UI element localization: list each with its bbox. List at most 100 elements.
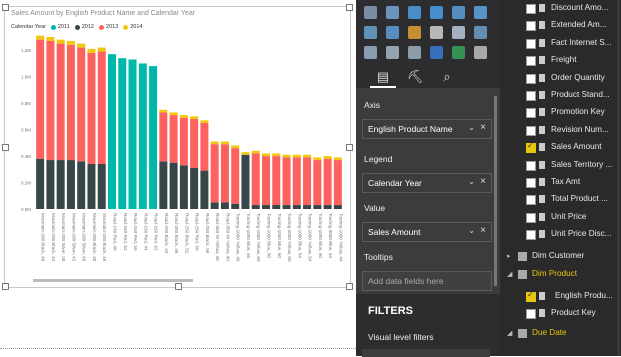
field-checkbox[interactable]: [526, 309, 536, 319]
bar-segment-2014[interactable]: [66, 40, 75, 45]
bar-segment-2013[interactable]: [159, 112, 168, 162]
bar-segment-2011[interactable]: [138, 63, 147, 210]
field-row[interactable]: Revision Num...: [500, 122, 621, 139]
bar-segment-2014[interactable]: [36, 35, 45, 40]
field-row[interactable]: Product Key: [500, 305, 621, 322]
fields-scrollbar[interactable]: [617, 0, 620, 356]
multirow-card-icon[interactable]: [452, 26, 465, 39]
resize-handle-bottom-right[interactable]: [346, 283, 353, 290]
bar-segment-2013[interactable]: [231, 148, 240, 204]
bar-segment-2012[interactable]: [313, 205, 322, 209]
field-row[interactable]: Total Product ...: [500, 191, 621, 208]
stacked-column-chart-visual[interactable]: Sales Amount by English Product Name and…: [2, 4, 353, 290]
collapse-arrow-icon[interactable]: ◢: [507, 270, 512, 278]
bar-segment-2014[interactable]: [292, 154, 301, 158]
gauge-icon[interactable]: [408, 26, 421, 39]
bar-segment-2013[interactable]: [262, 156, 271, 206]
bar-segment-2013[interactable]: [169, 115, 178, 163]
bar-segment-2014[interactable]: [313, 157, 322, 161]
collapse-arrow-icon[interactable]: ◢: [507, 329, 512, 337]
bar-segment-2012[interactable]: [66, 160, 75, 209]
field-checkbox[interactable]: [526, 160, 536, 171]
bar-segment-2014[interactable]: [179, 115, 188, 118]
bar-segment-2013[interactable]: [66, 44, 75, 161]
bar-segment-2014[interactable]: [97, 47, 106, 52]
field-checkbox[interactable]: [526, 212, 536, 223]
field-row[interactable]: English Produ...: [500, 288, 621, 305]
bar-segment-2012[interactable]: [262, 205, 271, 209]
table-icon[interactable]: [386, 46, 399, 59]
field-checkbox[interactable]: [526, 73, 536, 84]
bar-segment-2012[interactable]: [169, 162, 178, 209]
bar-segment-2014[interactable]: [169, 112, 178, 116]
bar-segment-2011[interactable]: [108, 54, 117, 210]
bar-segment-2013[interactable]: [200, 123, 209, 171]
bar-segment-2013[interactable]: [251, 153, 260, 206]
card-icon[interactable]: [430, 26, 443, 39]
bar-segment-2013[interactable]: [313, 160, 322, 206]
field-checkbox[interactable]: [526, 141, 536, 154]
bar-segment-2013[interactable]: [77, 47, 86, 162]
bar-segment-2014[interactable]: [159, 109, 168, 113]
r-visual-icon[interactable]: [430, 46, 443, 59]
globe-icon[interactable]: [452, 46, 465, 59]
bar-segment-2012[interactable]: [220, 202, 229, 209]
bar-segment-2014[interactable]: [323, 156, 332, 159]
chevron-down-icon[interactable]: ⌄: [468, 177, 475, 186]
field-checkbox[interactable]: [526, 56, 536, 67]
bar-segment-2013[interactable]: [87, 52, 96, 165]
tab-fields[interactable]: ▤: [370, 68, 396, 88]
bar-segment-2012[interactable]: [210, 202, 219, 209]
bar-segment-2012[interactable]: [303, 205, 312, 209]
bar-segment-2012[interactable]: [77, 161, 86, 209]
bar-segment-2012[interactable]: [292, 205, 301, 209]
field-row[interactable]: Promotion Key: [500, 104, 621, 121]
bar-segment-2013[interactable]: [97, 51, 106, 165]
chart-scrollbar[interactable]: [33, 279, 193, 282]
field-row[interactable]: Product Stand...: [500, 87, 621, 104]
field-row[interactable]: Tax Amt: [500, 174, 621, 191]
more-icon[interactable]: [474, 46, 487, 59]
tab-format[interactable]: ⛏: [402, 68, 428, 86]
bar-segment-2014[interactable]: [190, 116, 199, 120]
resize-handle-bottom-left[interactable]: [2, 283, 9, 290]
bar-segment-2014[interactable]: [87, 48, 96, 53]
bar-segment-2012[interactable]: [159, 161, 168, 209]
bar-segment-2012[interactable]: [241, 154, 250, 209]
bar-segment-2012[interactable]: [200, 170, 209, 209]
bar-segment-2011[interactable]: [128, 59, 137, 209]
field-checkbox[interactable]: [526, 91, 536, 101]
bar-segment-2012[interactable]: [190, 167, 199, 209]
treemap-icon[interactable]: [452, 6, 465, 19]
bar-segment-2013[interactable]: [272, 156, 281, 206]
chevron-down-icon[interactable]: ⌄: [468, 123, 475, 132]
bar-segment-2012[interactable]: [36, 158, 45, 209]
field-row[interactable]: Extended Am...: [500, 17, 621, 34]
field-checkbox[interactable]: [526, 290, 536, 302]
bar-segment-2014[interactable]: [200, 120, 209, 123]
bar-segment-2014[interactable]: [303, 154, 312, 158]
bar-segment-2014[interactable]: [220, 141, 229, 145]
table-dim-product[interactable]: ◢ Dim Product: [500, 266, 621, 284]
resize-handle-bottom[interactable]: [175, 283, 182, 290]
tab-analytics[interactable]: ⌕: [434, 68, 460, 86]
bar-segment-2012[interactable]: [87, 164, 96, 209]
bar-segment-2012[interactable]: [231, 203, 240, 209]
remove-field-icon[interactable]: ×: [480, 176, 486, 187]
bar-segment-2014[interactable]: [46, 37, 55, 41]
bar-segment-2013[interactable]: [179, 117, 188, 166]
bar-segment-2012[interactable]: [56, 160, 65, 209]
bar-segment-2013[interactable]: [323, 158, 332, 206]
table-dim-customer[interactable]: ▸ Dim Customer: [500, 248, 621, 266]
bar-segment-2012[interactable]: [97, 164, 106, 209]
bar-segment-2013[interactable]: [220, 144, 229, 203]
bar-segment-2012[interactable]: [272, 205, 281, 209]
field-checkbox[interactable]: [526, 230, 536, 241]
field-row[interactable]: Order Quantity: [500, 70, 621, 87]
bar-segment-2012[interactable]: [179, 165, 188, 209]
field-row[interactable]: Discount Amo...: [500, 0, 621, 17]
bar-segment-2014[interactable]: [282, 154, 291, 158]
field-checkbox[interactable]: [526, 178, 536, 188]
bar-segment-2014[interactable]: [333, 157, 342, 161]
bar-segment-2012[interactable]: [251, 205, 260, 209]
